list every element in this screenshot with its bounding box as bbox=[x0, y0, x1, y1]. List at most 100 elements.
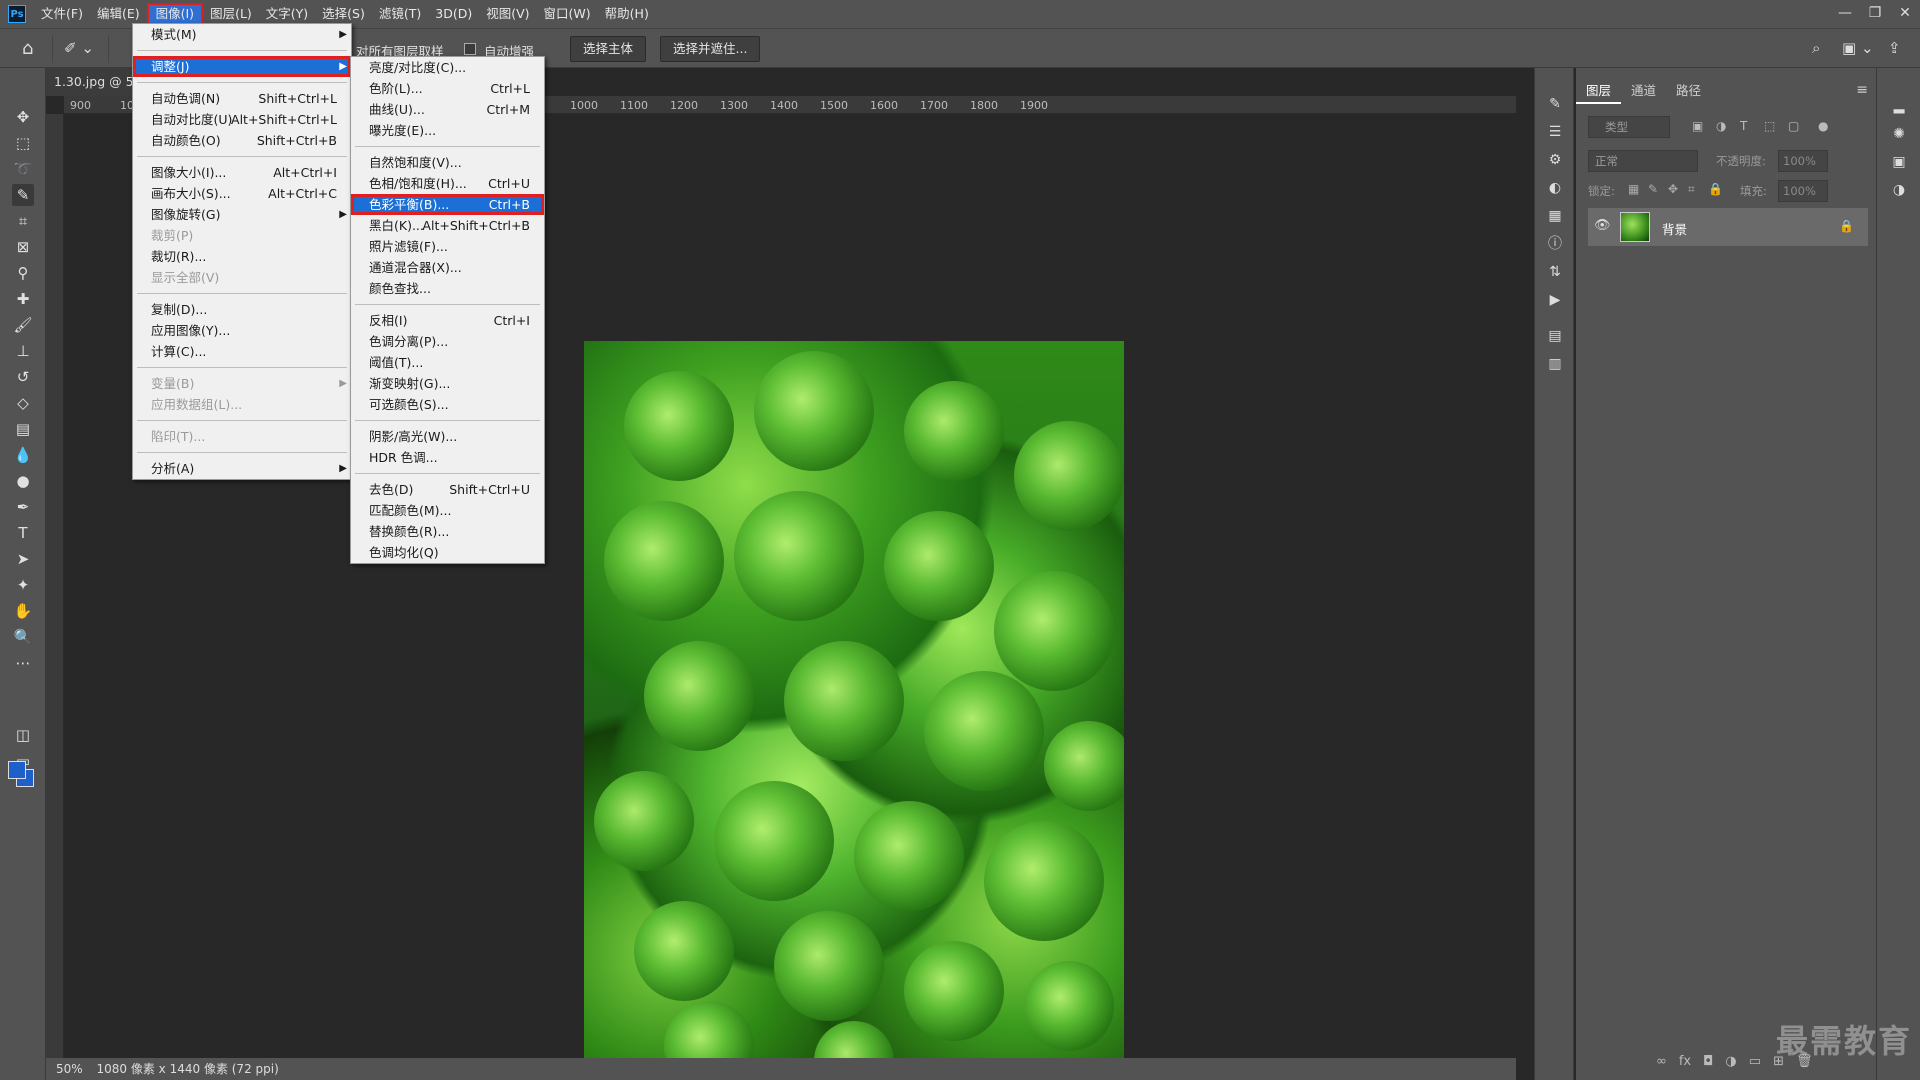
gradient-tool-icon[interactable]: ▤ bbox=[12, 418, 34, 440]
menu-item[interactable]: 渐变映射(G)... bbox=[351, 373, 544, 394]
lock-transparency-icon[interactable]: ▦ bbox=[1628, 182, 1639, 196]
more-tools-icon[interactable]: ⋯ bbox=[12, 652, 34, 674]
adjustments-icon[interactable]: ⚙ bbox=[1545, 150, 1565, 170]
filter-toggle-icon[interactable]: ● bbox=[1818, 119, 1828, 133]
new-group-icon[interactable]: ▭ bbox=[1749, 1054, 1761, 1074]
menu-item[interactable]: 色相/饱和度(H)... Ctrl+U bbox=[351, 173, 544, 194]
menu-9[interactable]: 窗口(W) bbox=[537, 3, 598, 25]
menu-8[interactable]: 视图(V) bbox=[479, 3, 536, 25]
lock-position-icon[interactable]: ✥ bbox=[1668, 182, 1678, 196]
lock-all-icon[interactable]: 🔒 bbox=[1708, 182, 1723, 196]
menu-item[interactable]: 曝光度(E)... bbox=[351, 120, 544, 141]
minimize-icon[interactable]: — bbox=[1830, 0, 1860, 28]
link-layers-icon[interactable]: ∞ bbox=[1656, 1054, 1667, 1074]
crop-tool-icon[interactable]: ⌗ bbox=[12, 210, 34, 232]
menu-3[interactable]: 图层(L) bbox=[203, 3, 259, 25]
menu-0[interactable]: 文件(F) bbox=[34, 3, 90, 25]
styles-icon[interactable]: ◐ bbox=[1545, 178, 1565, 198]
path-select-icon[interactable]: ➤ bbox=[12, 548, 34, 570]
quick-select-brush-icon[interactable]: ✐ ⌄ bbox=[64, 39, 94, 57]
document-tab[interactable]: 1.30.jpg @ 50 bbox=[46, 68, 146, 96]
menu-item[interactable]: 阴影/高光(W)... bbox=[351, 426, 544, 447]
glyphs-icon[interactable]: ⇅ bbox=[1545, 262, 1565, 282]
menu-item[interactable]: 调整(J) ▶ bbox=[133, 56, 351, 77]
menu-item[interactable]: 颜色查找... bbox=[351, 278, 544, 299]
close-icon[interactable]: ✕ bbox=[1890, 0, 1920, 28]
history-icon[interactable]: ▤ bbox=[1545, 326, 1565, 346]
type-filter-icon[interactable]: T bbox=[1740, 119, 1747, 133]
menu-item[interactable]: 图像旋转(G) ▶ bbox=[133, 204, 351, 225]
type-tool-icon[interactable]: T bbox=[12, 522, 34, 544]
menu-item[interactable]: 复制(D)... bbox=[133, 299, 351, 320]
menu-item[interactable]: 替换颜色(R)... bbox=[351, 521, 544, 542]
menu-item[interactable]: 曲线(U)... Ctrl+M bbox=[351, 99, 544, 120]
menu-item[interactable]: 反相(I) Ctrl+I bbox=[351, 310, 544, 331]
menu-item[interactable]: 图像大小(I)... Alt+Ctrl+I bbox=[133, 162, 351, 183]
actions-play-icon[interactable]: ▶ bbox=[1545, 290, 1565, 310]
menu-2[interactable]: 图像(I) bbox=[146, 3, 204, 25]
zoom-level[interactable]: 50% bbox=[56, 1062, 83, 1076]
auto-enhance-checkbox[interactable] bbox=[464, 43, 476, 55]
select-subject-button[interactable]: 选择主体 bbox=[570, 36, 647, 62]
histogram-icon[interactable]: ▂ bbox=[1889, 96, 1909, 116]
menu-item[interactable]: 自动颜色(O) Shift+Ctrl+B bbox=[133, 130, 351, 151]
clover-photo[interactable] bbox=[584, 341, 1124, 1061]
blend-mode-select[interactable]: 正常 bbox=[1588, 150, 1698, 172]
menu-item[interactable]: 计算(C)... bbox=[133, 341, 351, 362]
menu-item[interactable]: 应用图像(Y)... bbox=[133, 320, 351, 341]
brush-settings-icon[interactable]: ✎ bbox=[1545, 94, 1565, 114]
eraser-tool-icon[interactable]: ◇ bbox=[12, 392, 34, 414]
navigator-icon[interactable]: ✺ bbox=[1889, 124, 1909, 144]
document-info[interactable]: 1080 像素 x 1440 像素 (72 ppi) bbox=[97, 1062, 279, 1076]
tab-channels[interactable]: 通道 bbox=[1621, 78, 1666, 104]
eyedropper-tool-icon[interactable]: ⚲ bbox=[12, 262, 34, 284]
panel-menu-icon[interactable]: ≡ bbox=[1856, 82, 1868, 98]
home-icon[interactable]: ⌂ bbox=[22, 38, 44, 60]
swatches-icon[interactable]: ▣ bbox=[1889, 152, 1909, 172]
maximize-icon[interactable]: ❐ bbox=[1860, 0, 1890, 28]
menu-item[interactable]: 色调均化(Q) bbox=[351, 542, 544, 563]
lock-pixels-icon[interactable]: ✎ bbox=[1648, 182, 1658, 196]
libraries-icon[interactable]: ▦ bbox=[1545, 206, 1565, 226]
menu-item[interactable]: 分析(A) ▶ bbox=[133, 458, 351, 479]
new-adjustment-icon[interactable]: ◑ bbox=[1725, 1054, 1736, 1074]
brush-tool-icon[interactable]: 🖌 bbox=[12, 314, 34, 336]
workspace-icon[interactable]: ▣ ⌄ bbox=[1842, 39, 1874, 57]
smart-object-filter-icon[interactable]: ▢ bbox=[1788, 119, 1799, 133]
opacity-field[interactable]: 100% bbox=[1778, 150, 1828, 172]
menu-item[interactable]: HDR 色调... bbox=[351, 447, 544, 468]
menu-5[interactable]: 选择(S) bbox=[315, 3, 372, 25]
menu-item[interactable]: 可选颜色(S)... bbox=[351, 394, 544, 415]
tab-paths[interactable]: 路径 bbox=[1666, 78, 1711, 104]
shape-filter-icon[interactable]: ⬚ bbox=[1764, 119, 1775, 133]
menu-item[interactable]: 匹配颜色(M)... bbox=[351, 500, 544, 521]
menu-item[interactable]: 照片滤镜(F)... bbox=[351, 236, 544, 257]
menu-item[interactable]: 自动对比度(U) Alt+Shift+Ctrl+L bbox=[133, 109, 351, 130]
menu-item[interactable]: 去色(D) Shift+Ctrl+U bbox=[351, 479, 544, 500]
lock-artboard-icon[interactable]: ⌗ bbox=[1688, 182, 1695, 197]
select-and-mask-button[interactable]: 选择并遮住... bbox=[660, 36, 761, 62]
layer-row[interactable]: 👁 背景 🔒 bbox=[1588, 208, 1868, 246]
menu-10[interactable]: 帮助(H) bbox=[598, 3, 656, 25]
menu-item[interactable]: 亮度/对比度(C)... bbox=[351, 57, 544, 78]
marquee-tool-icon[interactable]: ⬚ bbox=[12, 132, 34, 154]
color-icon[interactable]: ◑ bbox=[1889, 180, 1909, 200]
zoom-tool-icon[interactable]: 🔍 bbox=[12, 626, 34, 648]
menu-6[interactable]: 滤镜(T) bbox=[372, 3, 428, 25]
fill-field[interactable]: 100% bbox=[1778, 180, 1828, 202]
stamp-tool-icon[interactable]: ⊥ bbox=[12, 340, 34, 362]
foreground-color-swatch[interactable] bbox=[8, 761, 26, 779]
menu-4[interactable]: 文字(Y) bbox=[259, 3, 315, 25]
notes-icon[interactable]: ▥ bbox=[1545, 354, 1565, 374]
menu-item[interactable]: 黑白(K)... Alt+Shift+Ctrl+B bbox=[351, 215, 544, 236]
move-tool-icon[interactable]: ✥ bbox=[12, 106, 34, 128]
frame-tool-icon[interactable]: ⊠ bbox=[12, 236, 34, 258]
menu-item[interactable]: 自动色调(N) Shift+Ctrl+L bbox=[133, 88, 351, 109]
fx-icon[interactable]: fx bbox=[1679, 1054, 1691, 1074]
quick-mask-icon[interactable]: ◫ bbox=[12, 724, 34, 746]
shape-tool-icon[interactable]: ✦ bbox=[12, 574, 34, 596]
healing-tool-icon[interactable]: ✚ bbox=[12, 288, 34, 310]
menu-item[interactable]: 色阶(L)... Ctrl+L bbox=[351, 78, 544, 99]
add-mask-icon[interactable]: ◘ bbox=[1703, 1054, 1713, 1074]
history-brush-icon[interactable]: ↺ bbox=[12, 366, 34, 388]
